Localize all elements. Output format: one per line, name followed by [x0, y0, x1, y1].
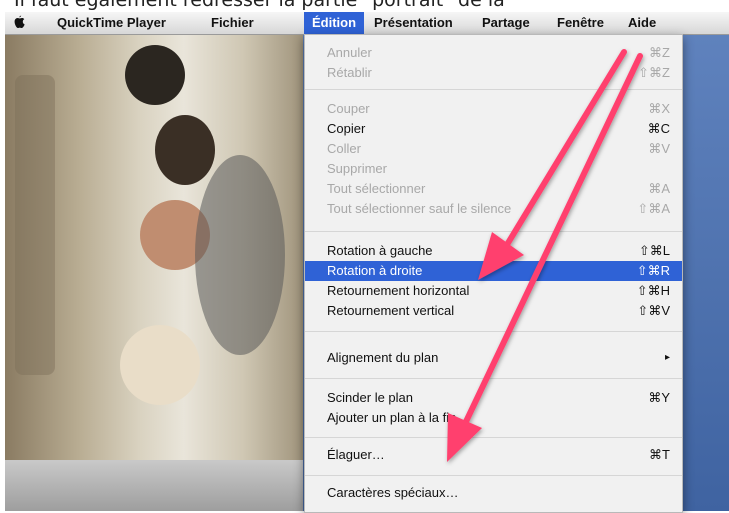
shortcut-label: ⇧⌘H — [636, 283, 670, 298]
shortcut-label: ⌘C — [647, 121, 670, 136]
shortcut-label: ⇧⌘R — [636, 263, 670, 278]
menu-item-label: Caractères spéciaux… — [327, 485, 459, 500]
shortcut-label: ⌘A — [648, 181, 670, 196]
menu-fichier[interactable]: Fichier — [203, 12, 262, 34]
menu-item-copier[interactable]: Copier ⌘C — [305, 119, 682, 139]
shortcut-label: ⇧⌘V — [637, 303, 670, 318]
menu-separator — [305, 378, 682, 379]
menu-item-ajouter-un-plan[interactable]: Ajouter un plan à la fin… — [305, 408, 682, 428]
menu-item-label: Annuler — [327, 45, 372, 60]
menu-item-label: Tout sélectionner — [327, 181, 426, 196]
menu-item-couper[interactable]: Couper ⌘X — [305, 99, 682, 119]
menu-item-tout-selectionner[interactable]: Tout sélectionner ⌘A — [305, 179, 682, 199]
menu-separator — [305, 231, 682, 232]
video-frame — [5, 35, 303, 460]
menu-item-label: Retournement vertical — [327, 303, 455, 318]
menu-item-label: Couper — [327, 101, 370, 116]
menu-item-retournement-vertical[interactable]: Retournement vertical ⇧⌘V — [305, 301, 682, 321]
shortcut-label: ⌘T — [649, 447, 670, 462]
suit-shape — [195, 155, 285, 355]
menu-item-label: Retournement horizontal — [327, 283, 470, 298]
menu-item-coller[interactable]: Coller ⌘V — [305, 139, 682, 159]
person-head — [120, 325, 200, 405]
menu-item-label: Rétablir — [327, 65, 372, 80]
window-controller-bar — [5, 460, 303, 511]
menu-item-retablir[interactable]: Rétablir ⇧⌘Z — [305, 63, 682, 83]
menu-item-scinder-le-plan[interactable]: Scinder le plan ⌘Y — [305, 388, 682, 408]
menu-item-label: Supprimer — [327, 161, 387, 176]
pillar-shape — [15, 75, 55, 375]
person-head — [155, 115, 215, 185]
menu-item-tout-selectionner-sauf-silence[interactable]: Tout sélectionner sauf le silence ⇧⌘A — [305, 199, 682, 219]
menu-aide[interactable]: Aide — [620, 12, 664, 34]
menu-item-alignement-du-plan[interactable]: Alignement du plan ▸ — [305, 348, 682, 368]
shortcut-label: ⌘Y — [648, 390, 670, 405]
menu-app-name[interactable]: QuickTime Player — [49, 12, 174, 34]
menu-item-rotation-gauche[interactable]: Rotation à gauche ⇧⌘L — [305, 241, 682, 261]
menu-item-elaguer[interactable]: Élaguer… ⌘T — [305, 445, 682, 465]
menu-item-caracteres-speciaux[interactable]: Caractères spéciaux… — [305, 483, 682, 503]
menu-item-label: Rotation à gauche — [327, 243, 433, 258]
menu-bar: QuickTime Player Fichier Édition Présent… — [5, 12, 729, 35]
right-window-edge — [681, 35, 729, 511]
menu-edition[interactable]: Édition — [304, 12, 365, 34]
shortcut-label: ⌘X — [648, 101, 670, 116]
shortcut-label: ⌘Z — [649, 45, 670, 60]
menu-separator — [305, 437, 682, 438]
menu-fenetre[interactable]: Fenêtre — [549, 12, 612, 34]
menu-item-label: Copier — [327, 121, 366, 136]
menu-separator — [305, 331, 682, 332]
menu-item-label: Ajouter un plan à la fin… — [327, 410, 470, 425]
menu-presentation[interactable]: Présentation — [366, 12, 461, 34]
shortcut-label: ⇧⌘L — [638, 243, 670, 258]
menu-separator — [305, 475, 682, 476]
menu-partage[interactable]: Partage — [474, 12, 538, 34]
submenu-arrow-icon: ▸ — [664, 352, 670, 363]
menu-item-label: Élaguer… — [327, 447, 385, 462]
shortcut-label: ⌘V — [648, 141, 670, 156]
edition-dropdown-menu: Annuler ⌘Z Rétablir ⇧⌘Z Couper ⌘X Copier… — [304, 34, 683, 513]
person-head — [125, 45, 185, 105]
menu-item-supprimer[interactable]: Supprimer — [305, 159, 682, 179]
shortcut-label: ⇧⌘A — [637, 201, 670, 216]
shortcut-label: ⇧⌘Z — [638, 65, 670, 80]
menu-item-label: Rotation à droite — [327, 263, 423, 278]
menu-item-label: Coller — [327, 141, 361, 156]
menu-item-retournement-horizontal[interactable]: Retournement horizontal ⇧⌘H — [305, 281, 682, 301]
menu-item-rotation-droite[interactable]: Rotation à droite ⇧⌘R — [305, 261, 682, 281]
menu-item-label: Scinder le plan — [327, 390, 413, 405]
menu-item-label: Tout sélectionner sauf le silence — [327, 201, 512, 216]
menu-item-label: Alignement du plan — [327, 350, 439, 365]
apple-logo-icon[interactable] — [11, 15, 27, 31]
menu-separator — [305, 89, 682, 90]
menu-item-annuler[interactable]: Annuler ⌘Z — [305, 43, 682, 63]
